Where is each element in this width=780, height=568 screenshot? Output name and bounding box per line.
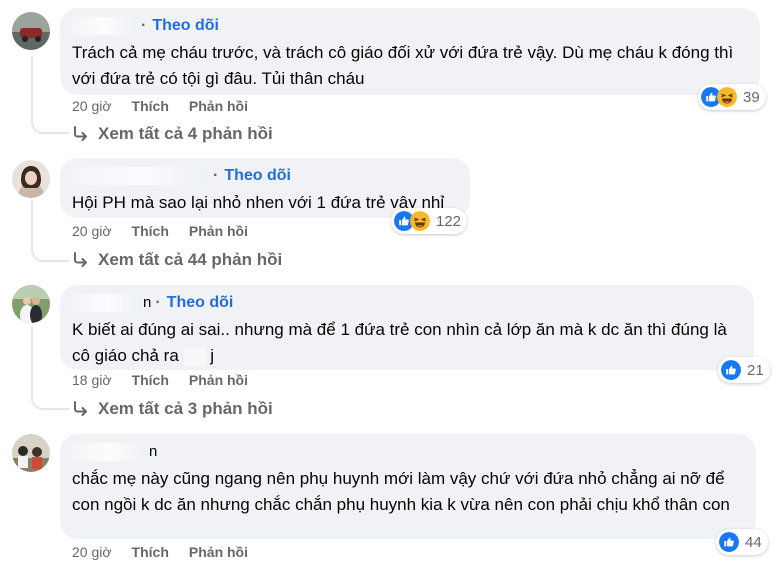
comment-text: Trách cả mẹ cháu trước, và trách cô giáo… [72,43,734,88]
comment-actions: 20 giờ Thích Phản hồi [72,223,248,239]
redacted-word [183,347,206,366]
reply-arrow-icon [72,125,90,143]
author-name-redacted[interactable] [72,294,142,312]
view-replies-label: Xem tất cả 3 phản hồi [98,399,273,418]
comment-actions: 20 giờ Thích Phản hồi [72,544,248,560]
comment-time[interactable]: 20 giờ [72,98,112,114]
view-replies-link[interactable]: Xem tất cả 4 phản hồi [72,124,273,144]
reaction-count: 39 [743,88,760,106]
view-replies-label: Xem tất cả 4 phản hồi [98,124,273,143]
comment-time[interactable]: 18 giờ [72,372,112,388]
reaction-summary[interactable]: 44 [716,529,768,555]
comment-time[interactable]: 20 giờ [72,223,112,239]
separator-dot: · [155,294,161,311]
comment-actions: 18 giờ Thích Phản hồi [72,372,248,388]
comment-text-part: K biết ai đúng ai sai.. nhưng mà để 1 đứ… [72,320,727,365]
follow-link[interactable]: Theo dõi [152,16,219,36]
author-name-redacted[interactable] [72,167,208,185]
view-replies-link[interactable]: Xem tất cả 44 phản hồi [72,250,282,270]
reaction-count: 122 [436,212,462,230]
reply-button[interactable]: Phản hồi [189,98,248,114]
author-name-redacted[interactable] [72,17,136,35]
comment-actions: 20 giờ Thích Phản hồi [72,98,248,114]
reply-arrow-icon [72,251,90,269]
reply-arrow-icon [72,400,90,418]
like-button[interactable]: Thích [132,223,169,239]
like-button[interactable]: Thích [132,372,169,388]
comment-text-part: j [210,346,215,365]
separator-dot: · [213,167,219,184]
reaction-summary[interactable]: 21 [718,357,770,383]
author-name-tail: n [149,443,158,460]
follow-link[interactable]: Theo dõi [167,293,234,313]
reaction-summary[interactable]: 122 [391,208,468,234]
reaction-count: 21 [747,361,764,379]
comment-time[interactable]: 20 giờ [72,544,112,560]
view-replies-link[interactable]: Xem tất cả 3 phản hồi [72,399,273,419]
comment-text: chắc mẹ này cũng ngang nên phụ huynh mới… [72,469,730,514]
like-icon [721,360,741,380]
avatar[interactable] [12,434,50,472]
like-button[interactable]: Thích [132,98,169,114]
reply-button[interactable]: Phản hồi [189,544,248,560]
author-name-redacted[interactable] [72,443,148,461]
view-replies-label: Xem tất cả 44 phản hồi [98,250,283,269]
like-icon [719,532,739,552]
avatar[interactable] [12,160,50,198]
avatar[interactable] [12,285,50,323]
reaction-count: 44 [745,533,762,551]
comment-bubble: n chắc mẹ này cũng ngang nên phụ huynh m… [60,434,756,539]
separator-dot: · [141,17,147,34]
reaction-summary[interactable]: 39 [698,84,766,110]
avatar[interactable] [12,12,50,50]
reply-button[interactable]: Phản hồi [189,223,248,239]
comment-bubble: · Theo dõi Trách cả mẹ cháu trước, và tr… [60,8,760,95]
comment-bubble: n · Theo dõi K biết ai đúng ai sai.. như… [60,285,754,370]
reply-button[interactable]: Phản hồi [189,372,248,388]
like-button[interactable]: Thích [132,544,169,560]
haha-icon [717,87,737,107]
comment-text: K biết ai đúng ai sai.. nhưng mà để 1 đứ… [72,317,742,369]
follow-link[interactable]: Theo dõi [224,166,291,186]
haha-icon [410,211,430,231]
author-name-tail: n [143,294,152,311]
